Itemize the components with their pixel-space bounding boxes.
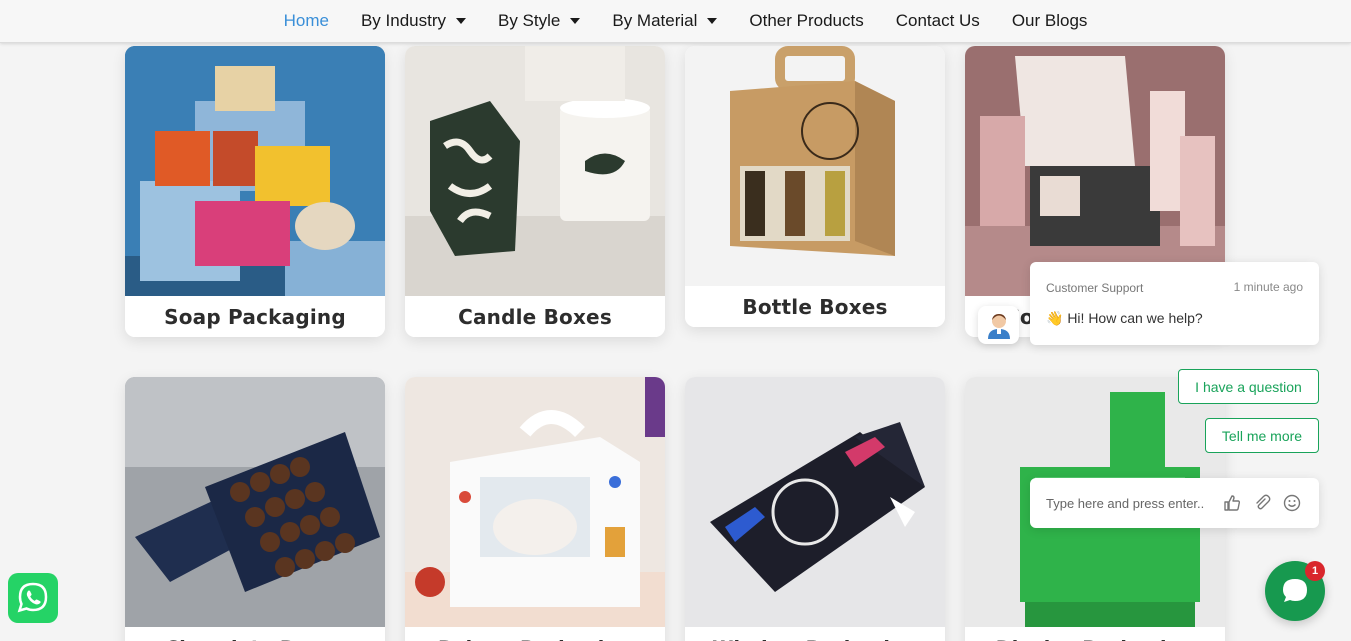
product-label: Soap Packaging (125, 296, 385, 337)
nav-our-blogs[interactable]: Our Blogs (1012, 11, 1088, 31)
nav-menu: Home By Industry By Style By Material Ot… (284, 11, 1088, 31)
nav-by-industry[interactable]: By Industry (361, 11, 466, 31)
product-label: Bakery Packaging (405, 627, 665, 641)
product-label: Bottle Boxes (685, 286, 945, 327)
nav-label: By Material (612, 11, 698, 30)
chat-timestamp: 1 minute ago (1233, 280, 1303, 294)
bakery-box-image (405, 377, 665, 627)
product-label: Chocolate Boxes (125, 627, 385, 641)
product-card-window[interactable]: Window Packaging (685, 377, 945, 641)
product-card-bottle[interactable]: Bottle Boxes (685, 46, 945, 327)
product-label: Candle Boxes (405, 296, 665, 337)
product-card-bakery[interactable]: Bakery Packaging (405, 377, 665, 641)
product-card-soap[interactable]: Soap Packaging (125, 46, 385, 337)
paperclip-icon[interactable] (1251, 492, 1273, 514)
chat-input-bar[interactable]: Type here and press enter.. (1030, 478, 1319, 528)
unread-count-badge: 1 (1305, 561, 1325, 581)
bottle-boxes-image (685, 46, 945, 286)
nav-contact-us[interactable]: Contact Us (896, 11, 980, 31)
nav-home[interactable]: Home (284, 11, 329, 31)
nav-label: By Style (498, 11, 561, 30)
support-agent-avatar (978, 306, 1019, 344)
top-navbar: Home By Industry By Style By Material Ot… (0, 0, 1351, 43)
soap-boxes-image (125, 46, 385, 296)
product-label: Display Packaging (965, 627, 1225, 641)
nav-by-style[interactable]: By Style (498, 11, 581, 31)
chat-bubble-icon (1283, 579, 1307, 602)
nav-label: Our Blogs (1011, 11, 1088, 30)
nav-label: Contact Us (895, 11, 980, 30)
caret-down-icon (456, 18, 466, 24)
thumbs-up-icon[interactable] (1221, 492, 1243, 514)
quick-reply-tell-more-button[interactable]: Tell me more (1205, 418, 1319, 453)
quick-reply-question-button[interactable]: I have a question (1178, 369, 1319, 404)
window-box-image (685, 377, 945, 627)
chat-agent-name: Customer Support (1046, 281, 1144, 295)
product-card-chocolate[interactable]: Chocolate Boxes (125, 377, 385, 641)
caret-down-icon (570, 18, 581, 24)
product-card-candle[interactable]: Candle Boxes (405, 46, 665, 337)
nav-label: By Industry (360, 11, 446, 30)
whatsapp-button[interactable] (8, 573, 58, 623)
agent-avatar-icon (987, 314, 1010, 339)
nav-by-material[interactable]: By Material (612, 11, 718, 31)
nav-label: Home (283, 11, 329, 30)
candle-boxes-image (405, 46, 665, 296)
cosmetic-boxes-image (965, 46, 1225, 296)
chat-input-placeholder[interactable]: Type here and press enter.. (1046, 496, 1213, 511)
chat-message-bubble: Customer Support 1 minute ago 👋 Hi! How … (1030, 262, 1319, 345)
whatsapp-icon (17, 582, 48, 613)
nav-label: Other Products (749, 11, 864, 30)
emoji-icon[interactable] (1281, 492, 1303, 514)
caret-down-icon (707, 18, 718, 24)
chocolate-box-image (125, 377, 385, 627)
product-label: Window Packaging (685, 627, 945, 641)
nav-other-products[interactable]: Other Products (749, 11, 863, 31)
chat-message-text: 👋 Hi! How can we help? (1046, 310, 1203, 326)
